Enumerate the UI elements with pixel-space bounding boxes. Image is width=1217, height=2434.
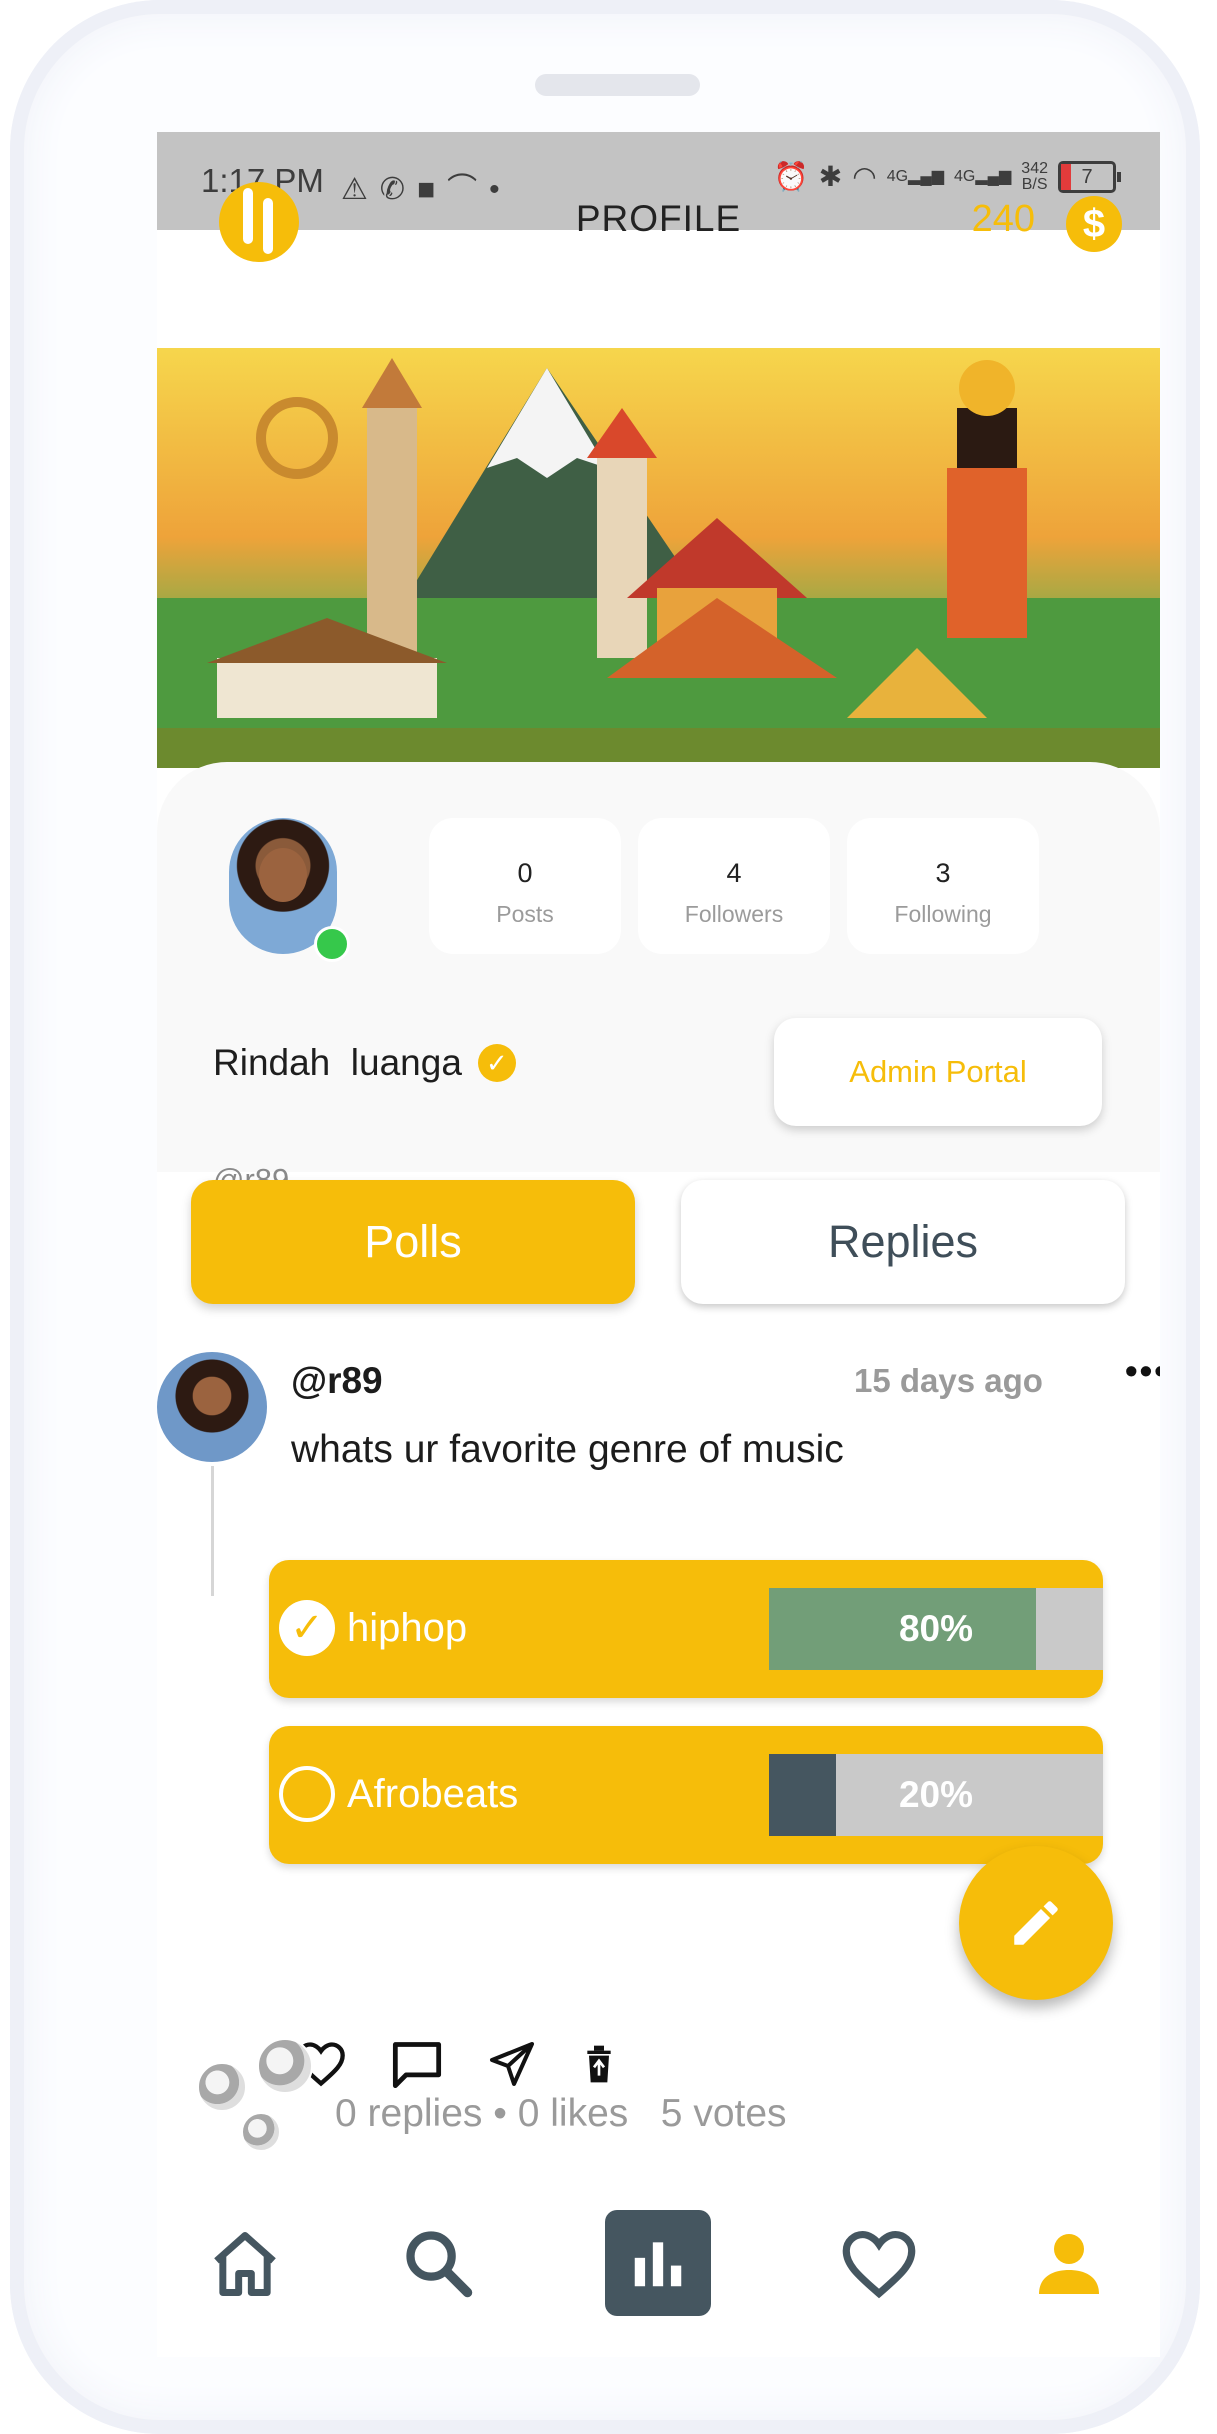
stat-followers-label: Followers [684,901,784,927]
name-row: Rindah luanga ✓ [213,1042,516,1084]
alarm-icon: ⏰ [773,161,809,192]
signal-1: 4G▂▄▆ [886,167,944,185]
poll-option-label: Afrobeats [347,1772,519,1816]
poll-result-percent: 20% [898,1774,974,1815]
stat-posts[interactable]: 0 Posts [429,818,621,954]
bottom-nav [157,2210,1160,2357]
poll-option-afrobeats[interactable]: Afrobeats 20% [269,1726,1103,1864]
post-handle[interactable]: @r89 [291,1360,383,1402]
poll-result-percent: 80% [898,1608,974,1649]
dollar-coin-icon[interactable]: $ [1066,196,1122,252]
voter-avatar [197,2062,247,2112]
home-icon[interactable] [205,2226,285,2302]
admin-portal-button[interactable]: Admin Portal [774,1018,1102,1126]
verified-badge-icon: ✓ [477,1044,516,1082]
nav-polls-active[interactable] [605,2210,711,2316]
status-icons-right: ⏰ ✱ ◠ 4G▂▄▆ 4G▂▄▆ 342 B/S 7 [773,159,1121,193]
checked-circle-icon: ✓ [279,1600,335,1656]
post-avatar[interactable] [157,1352,267,1462]
post-stats: 0 replies • 0 likes 5 votes [335,2092,787,2135]
poll-option-hiphop[interactable]: ✓ hiphop 80% [269,1560,1103,1698]
net-speed: 342 B/S [1021,159,1048,193]
stat-posts-label: Posts [496,901,554,927]
profile-card: 0 Posts 4 Followers 3 Following Rindah l… [157,762,1160,1197]
stat-followers[interactable]: 4 Followers [638,818,830,954]
stat-posts-value: 0 [517,858,533,888]
avatar-face [259,848,307,902]
online-status-dot [314,926,350,962]
tab-polls[interactable]: Polls [191,1180,635,1304]
share-icon[interactable] [487,2040,537,2088]
bluetooth-icon: ✱ [818,161,843,192]
voter-avatar [241,2112,281,2152]
more-options-icon[interactable]: ••• [1125,1350,1160,1392]
poll-option-label: hiphop [347,1606,468,1650]
poll-result-bar: 80% [769,1588,1103,1670]
stat-followers-value: 4 [726,858,742,888]
empty-circle-icon [279,1766,335,1822]
wifi-icon: ◠ [852,161,877,192]
post-timestamp: 15 days ago [854,1362,1043,1399]
voter-avatar [257,2038,313,2094]
delete-icon[interactable] [581,2044,617,2084]
search-icon[interactable] [401,2226,477,2302]
phone-speaker [535,74,700,96]
tab-replies[interactable]: Replies [681,1180,1125,1304]
post-actions [295,2040,617,2088]
post-text: whats ur favorite genre of music [291,1428,844,1471]
stat-following[interactable]: 3 Following [847,818,1039,954]
polls-icon [634,2242,682,2287]
coin-balance: 240 [971,198,1035,240]
avatar[interactable] [229,818,350,962]
profile-banner [157,348,1160,768]
stat-following-value: 3 [935,858,951,888]
comment-icon[interactable] [391,2040,443,2088]
pencil-icon [1014,1901,1058,1945]
profile-icon[interactable] [1033,2228,1105,2300]
app-screen: 1:17 PM ⚠✆■⌒• ⏰ ✱ ◠ 4G▂▄▆ 4G▂▄▆ 342 B/S 7… [157,132,1160,2357]
heart-icon[interactable] [839,2228,919,2300]
poll-result-bar: 20% [769,1754,1103,1836]
compose-button[interactable] [959,1846,1113,2000]
thread-line [211,1466,214,1596]
phone-frame: 1:17 PM ⚠✆■⌒• ⏰ ✱ ◠ 4G▂▄▆ 4G▂▄▆ 342 B/S 7… [10,0,1200,2434]
battery-icon: 7 [1058,160,1121,193]
profile-name: Rindah luanga [213,1042,462,1083]
banner-illustration [157,358,1160,768]
signal-2: 4G▂▄▆ [954,167,1012,185]
stat-following-label: Following [894,901,992,927]
